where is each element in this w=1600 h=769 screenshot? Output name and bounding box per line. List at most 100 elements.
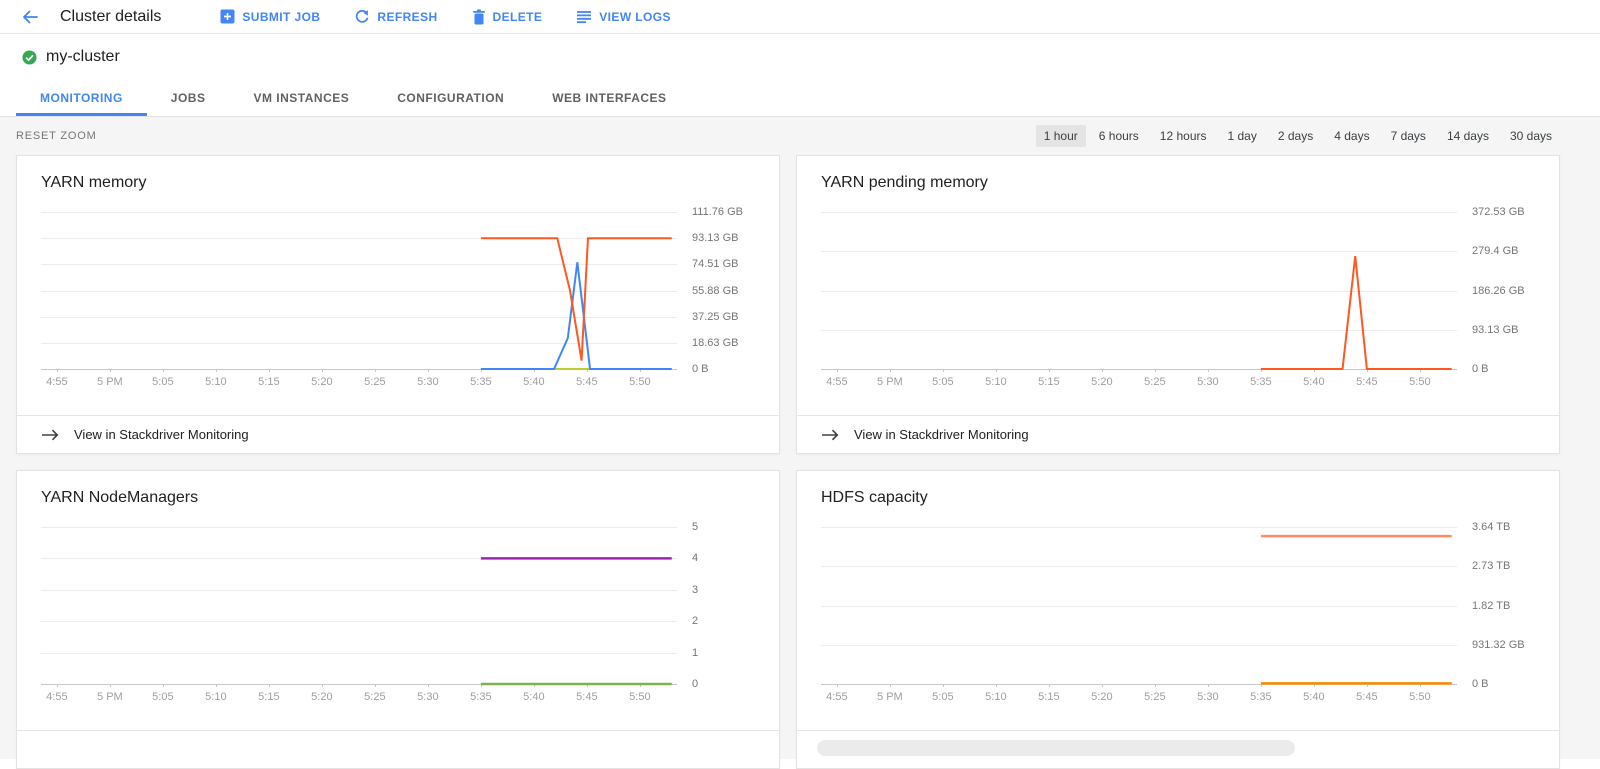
- x-axis-label: 5:05: [152, 691, 173, 703]
- page-title: Cluster details: [60, 8, 161, 26]
- chart-plot-area[interactable]: [41, 527, 677, 684]
- chart-plot-area[interactable]: [41, 212, 677, 369]
- stackdriver-link[interactable]: View in Stackdriver Monitoring: [797, 415, 1559, 453]
- chart-series-svg: [41, 212, 677, 369]
- chart: 3.64 TB2.73 TB1.82 TB931.32 GB0 B 4:55 5 …: [797, 527, 1559, 704]
- time-range-option[interactable]: 1 hour: [1036, 125, 1086, 147]
- chart: 372.53 GB279.4 GB186.26 GB93.13 GB0 B 4:…: [797, 212, 1559, 389]
- time-range-option[interactable]: 12 hours: [1152, 125, 1215, 147]
- y-axis-label: 0 B: [1472, 363, 1489, 375]
- y-axis-label: 74.51 GB: [692, 258, 738, 270]
- refresh-button[interactable]: REFRESH: [337, 9, 454, 25]
- plus-square-icon: [220, 9, 235, 24]
- tab-configuration[interactable]: CONFIGURATION: [373, 80, 528, 116]
- delete-button[interactable]: DELETE: [455, 9, 560, 25]
- chart-series-svg: [41, 527, 677, 684]
- x-axis-label: 5:35: [470, 691, 491, 703]
- stackdriver-link-label: View in Stackdriver Monitoring: [854, 427, 1029, 442]
- chart-card-yarn-pending-memory: YARN pending memory 372.53 GB279.4 GB186…: [796, 155, 1560, 454]
- time-range-option[interactable]: 1 day: [1220, 125, 1265, 147]
- charts-grid: YARN memory 111.76 GB93.13 GB74.51 GB55.…: [16, 155, 1560, 769]
- chart-plot-area[interactable]: [821, 212, 1457, 369]
- x-axis-label: 5:45: [576, 376, 597, 388]
- time-range-option[interactable]: 4 days: [1326, 125, 1377, 147]
- time-range-option[interactable]: 14 days: [1439, 125, 1497, 147]
- x-axis-label: 5 PM: [97, 376, 123, 388]
- time-range-selector: 1 hour6 hours12 hours1 day2 days4 days 7 …: [1036, 125, 1560, 147]
- tab-jobs[interactable]: JOBS: [147, 80, 230, 116]
- x-axis-label: 5:05: [932, 691, 953, 703]
- x-axis-label: 5:40: [523, 376, 544, 388]
- refresh-label: REFRESH: [377, 10, 437, 24]
- chart-y-axis: 3.64 TB2.73 TB1.82 TB931.32 GB0 B: [1457, 527, 1535, 684]
- stackdriver-link-label: View in Stackdriver Monitoring: [74, 427, 249, 442]
- x-axis-label: 5:10: [985, 691, 1006, 703]
- x-axis-label: 5:15: [1038, 376, 1059, 388]
- cluster-header: my-cluster: [0, 34, 1600, 80]
- y-axis-label: 111.76 GB: [692, 206, 743, 218]
- time-range-option[interactable]: 30 days: [1502, 125, 1560, 147]
- chart-x-axis: 4:555 PM5:055:105:155:205:255:305:355:40…: [41, 684, 677, 704]
- submit-job-button[interactable]: SUBMIT JOB: [203, 9, 337, 24]
- x-axis-label: 5:20: [1091, 376, 1112, 388]
- chart-plot-area[interactable]: [821, 527, 1457, 684]
- y-axis-label: 3.64 TB: [1472, 521, 1510, 533]
- y-axis-label: 372.53 GB: [1472, 206, 1525, 218]
- x-axis-label: 5:20: [311, 691, 332, 703]
- tab-jobs-label: JOBS: [171, 91, 206, 105]
- x-axis-label: 5:45: [576, 691, 597, 703]
- y-axis-label: 2: [692, 615, 698, 627]
- x-axis-label: 5 PM: [877, 691, 903, 703]
- tab-bar: MONITORING JOBS VM INSTANCES CONFIGURATI…: [0, 80, 1600, 117]
- chart-x-axis: 4:555 PM5:055:105:155:205:255:305:355:40…: [41, 369, 677, 389]
- tab-monitoring[interactable]: MONITORING: [16, 80, 147, 116]
- tab-vm-instances[interactable]: VM INSTANCES: [229, 80, 373, 116]
- y-axis-label: 0 B: [692, 363, 709, 375]
- chart-line: [1261, 256, 1452, 369]
- time-range-option[interactable]: 2 days: [1270, 125, 1321, 147]
- chart-x-axis: 4:555 PM5:055:105:155:205:255:305:355:40…: [821, 684, 1457, 704]
- chart-x-axis: 4:555 PM5:055:105:155:205:255:305:355:40…: [821, 369, 1457, 389]
- chart: 543210 4:555 PM5:055:105:155:205:255:305…: [17, 527, 779, 704]
- x-axis-label: 5:10: [985, 376, 1006, 388]
- chart-series-svg: [821, 212, 1457, 369]
- y-axis-label: 4: [692, 552, 698, 564]
- x-axis-label: 4:55: [826, 691, 847, 703]
- monitoring-content: RESET ZOOM 1 hour6 hours12 hours1 day2 d…: [0, 117, 1600, 759]
- cluster-name: my-cluster: [46, 48, 120, 66]
- skeleton-bar: [817, 740, 1295, 756]
- y-axis-label: 18.63 GB: [692, 337, 738, 349]
- tab-web-interfaces[interactable]: WEB INTERFACES: [528, 80, 690, 116]
- y-axis-label: 0: [692, 678, 698, 690]
- stackdriver-link[interactable]: View in Stackdriver Monitoring: [17, 415, 779, 453]
- y-axis-label: 0 B: [1472, 678, 1489, 690]
- tab-web-interfaces-label: WEB INTERFACES: [552, 91, 666, 105]
- x-axis-label: 5:35: [470, 376, 491, 388]
- view-logs-button[interactable]: VIEW LOGS: [559, 10, 688, 24]
- x-axis-label: 5:50: [629, 691, 650, 703]
- y-axis-label: 37.25 GB: [692, 311, 738, 323]
- x-axis-label: 5:30: [417, 376, 438, 388]
- time-range-option[interactable]: 6 hours: [1091, 125, 1147, 147]
- stackdriver-link[interactable]: [17, 730, 779, 768]
- x-axis-label: 5:45: [1356, 691, 1377, 703]
- time-range-option[interactable]: 7 days: [1383, 125, 1434, 147]
- zoom-toolbar: RESET ZOOM 1 hour6 hours12 hours1 day2 d…: [16, 117, 1560, 155]
- y-axis-label: 1: [692, 647, 698, 659]
- y-axis-label: 279.4 GB: [1472, 245, 1518, 257]
- chart-line: [481, 262, 672, 369]
- view-logs-label: VIEW LOGS: [599, 10, 671, 24]
- chart-series-svg: [821, 527, 1457, 684]
- chart: 111.76 GB93.13 GB74.51 GB55.88 GB37.25 G…: [17, 212, 779, 389]
- x-axis-label: 5:35: [1250, 691, 1271, 703]
- y-axis-label: 186.26 GB: [1472, 285, 1525, 297]
- reset-zoom-button[interactable]: RESET ZOOM: [16, 130, 97, 142]
- x-axis-label: 5:25: [364, 376, 385, 388]
- status-ok-icon: [22, 50, 37, 65]
- back-button[interactable]: [14, 1, 46, 33]
- x-axis-label: 5:50: [1409, 376, 1430, 388]
- x-axis-label: 5:10: [205, 691, 226, 703]
- log-lines-icon: [576, 10, 592, 24]
- stackdriver-link[interactable]: [797, 730, 1559, 768]
- x-axis-label: 5:40: [523, 691, 544, 703]
